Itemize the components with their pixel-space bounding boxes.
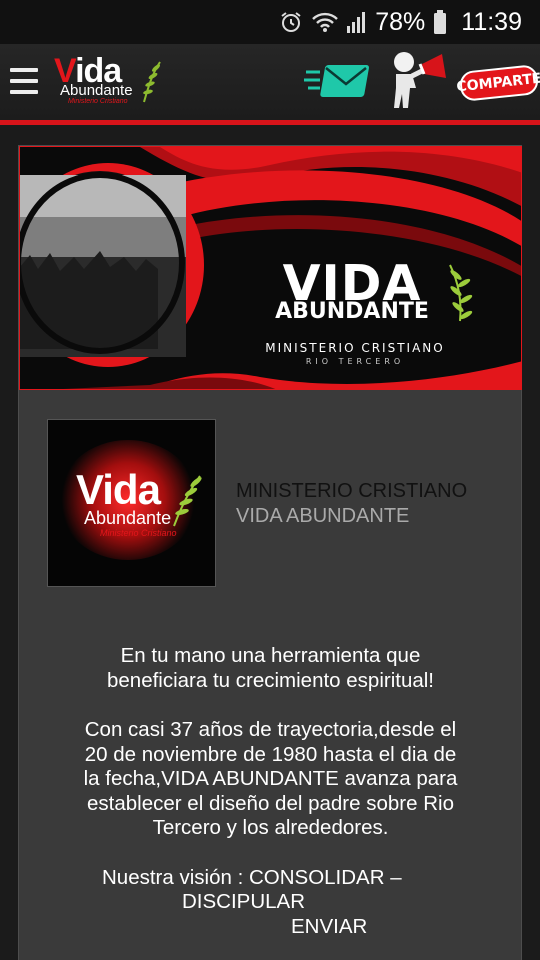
intro-paragraph: En tu mano una herramienta que beneficia…	[106, 644, 435, 692]
laurel-icon	[143, 61, 161, 103]
banner-subtitle: ABUNDANTE	[275, 299, 429, 324]
banner-tagline: MINISTERIO CRISTIANO	[265, 341, 445, 355]
hero-banner: VIDA ABUNDANTE MINISTERIO CRISTIANO RIO …	[19, 146, 522, 390]
history-paragraph: Con casi 37 años de trayectoria,desde el…	[83, 718, 458, 839]
mail-icon	[304, 65, 369, 97]
ministry-logo-card: Vida Abundante Ministerio Cristiano	[47, 419, 216, 587]
status-bar: 78% 11:39	[0, 0, 540, 44]
signal-icon	[347, 11, 367, 33]
app-logo[interactable]: Vida Abundante Ministerio Cristiano	[52, 52, 164, 108]
banner-location: RIO TERCERO	[305, 357, 405, 366]
alarm-icon	[279, 10, 303, 34]
vision-text-send: ENVIAR	[291, 915, 368, 938]
battery-icon	[433, 10, 447, 34]
laurel-icon	[173, 475, 202, 527]
mail-button[interactable]	[304, 62, 372, 100]
vision-text-disciple: DISCIPULAR	[182, 890, 306, 913]
wifi-icon	[311, 11, 339, 33]
announcements-button[interactable]	[384, 48, 450, 110]
vision-text: Nuestra visión : CONSOLIDAR –	[102, 866, 402, 889]
clock: 11:39	[461, 7, 522, 36]
org-name-line1: MINISTERIO CRISTIANO	[236, 480, 468, 502]
battery-percent: 78%	[375, 7, 426, 36]
header-divider	[0, 120, 540, 125]
menu-button[interactable]	[10, 64, 38, 98]
org-name-line2: VIDA ABUNDANTE	[236, 505, 410, 527]
menu-icon	[10, 68, 38, 72]
main-content: VIDA ABUNDANTE MINISTERIO CRISTIANO RIO …	[18, 145, 522, 960]
megaphone-person-icon	[394, 52, 446, 108]
